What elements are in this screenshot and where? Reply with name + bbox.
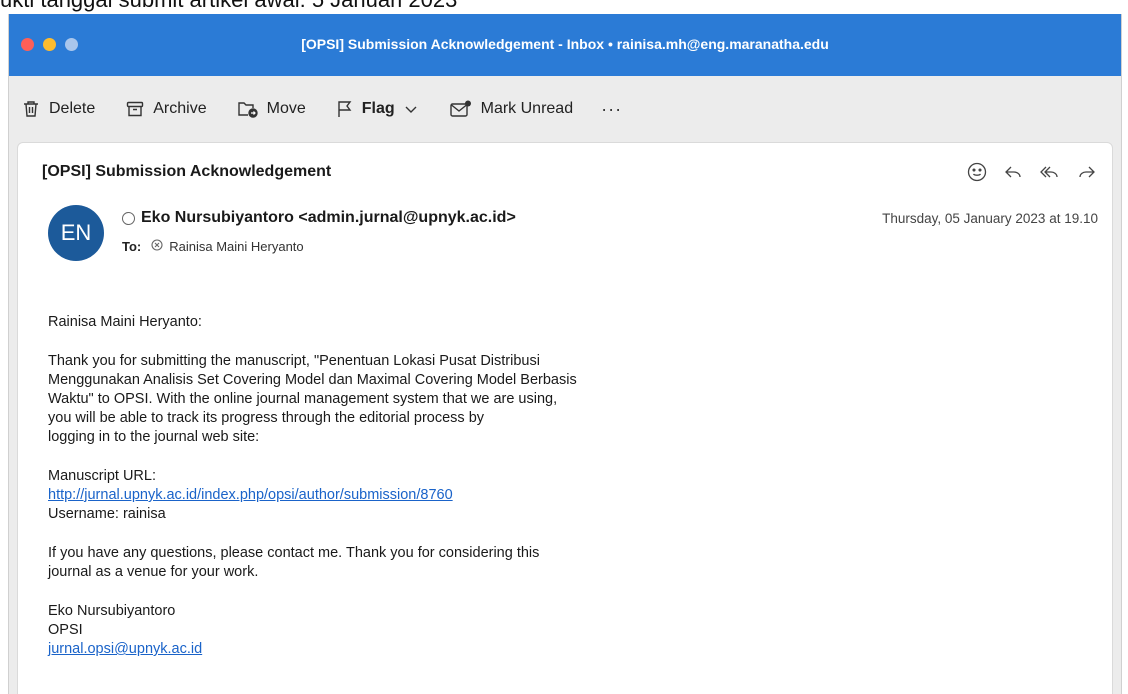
mail-window: [OPSI] Submission Acknowledgement - Inbo… (8, 14, 1122, 694)
para1-line: you will be able to track its progress t… (48, 410, 485, 426)
email-subject: [OPSI] Submission Acknowledgement (42, 163, 332, 180)
emoji-icon[interactable] (966, 161, 988, 183)
para1-line: Thank you for submitting the manuscript,… (48, 353, 540, 369)
para1-line: Waktu" to OPSI. With the online journal … (48, 391, 558, 407)
unread-indicator-icon (122, 211, 135, 225)
username-text: Username: rainisa (48, 506, 166, 522)
toolbar: Delete Archive Move Flag Mark Unread ··· (9, 76, 1121, 142)
to-label: To: (122, 239, 142, 254)
reply-icon[interactable] (1002, 161, 1024, 183)
signature-name: Eko Nursubiyantoro (48, 603, 176, 619)
avatar: EN (48, 205, 104, 261)
body-paragraph-1: Thank you for submitting the manuscript,… (48, 352, 728, 447)
message-actions (966, 161, 1098, 183)
para2-line: journal as a venue for your work. (48, 564, 259, 580)
more-options-icon[interactable]: ··· (601, 99, 622, 120)
archive-label: Archive (153, 100, 207, 117)
email-body: Rainisa Maini Heryanto: Thank you for su… (48, 313, 728, 679)
recipient-line: To: Rainisa Maini Heryanto (122, 239, 304, 254)
mark-unread-button[interactable]: Mark Unread (449, 99, 573, 119)
reply-all-icon[interactable] (1038, 161, 1062, 183)
forward-icon[interactable] (1076, 161, 1098, 183)
sender-name: Eko Nursubiyantoro <admin.jurnal@upnyk.a… (141, 209, 516, 226)
para1-line: logging in to the journal web site: (48, 429, 260, 445)
flag-label: Flag (361, 100, 395, 117)
greeting: Rainisa Maini Heryanto: (48, 314, 202, 330)
para1-line: Menggunakan Analisis Set Covering Model … (48, 372, 577, 388)
flag-icon (336, 99, 354, 119)
move-button[interactable]: Move (237, 99, 306, 119)
chevron-down-icon[interactable] (403, 101, 419, 117)
message-pane: [OPSI] Submission Acknowledgement EN Eko… (17, 142, 1113, 694)
archive-button[interactable]: Archive (125, 99, 207, 119)
window-title: [OPSI] Submission Acknowledgement - Inbo… (301, 36, 829, 52)
manuscript-url-link[interactable]: http://jurnal.upnyk.ac.id/index.php/opsi… (48, 487, 453, 503)
envelope-unread-icon (449, 99, 473, 119)
title-bar: [OPSI] Submission Acknowledgement - Inbo… (9, 14, 1121, 76)
para2-line: If you have any questions, please contac… (48, 545, 540, 561)
signature: Eko Nursubiyantoro OPSI jurnal.opsi@upny… (48, 602, 728, 659)
manuscript-label: Manuscript URL: (48, 468, 156, 484)
flag-button[interactable]: Flag (336, 99, 419, 119)
delete-button[interactable]: Delete (21, 99, 95, 119)
mark-unread-label: Mark Unread (480, 100, 574, 117)
archive-icon (125, 99, 145, 119)
sender-line[interactable]: Eko Nursubiyantoro <admin.jurnal@upnyk.a… (122, 209, 516, 227)
image-caption: ukti tanggal submit artikel awal: 5 Janu… (0, 0, 1128, 14)
body-paragraph-2: If you have any questions, please contac… (48, 544, 728, 582)
manuscript-info: Manuscript URL: http://jurnal.upnyk.ac.i… (48, 467, 728, 524)
recipient-status-icon (151, 239, 163, 254)
signature-email-link[interactable]: jurnal.opsi@upnyk.ac.id (48, 641, 202, 657)
folder-move-icon (237, 99, 259, 119)
trash-icon (21, 99, 41, 119)
email-date: Thursday, 05 January 2023 at 19.10 (882, 211, 1098, 226)
signature-org: OPSI (48, 622, 83, 638)
delete-label: Delete (49, 100, 96, 117)
recipient-name[interactable]: Rainisa Maini Heryanto (169, 239, 303, 254)
move-label: Move (266, 100, 306, 117)
